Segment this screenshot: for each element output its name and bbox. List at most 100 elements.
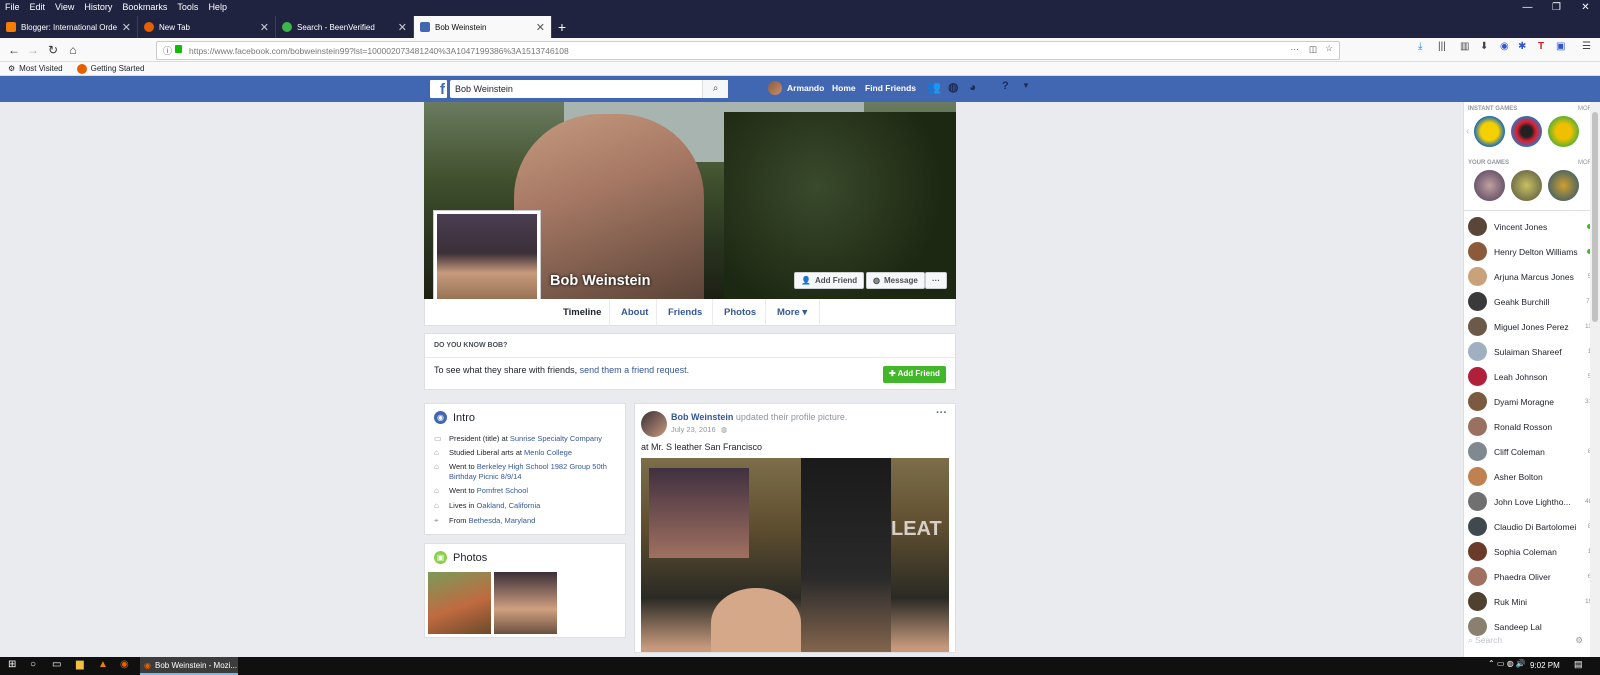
chat-contact[interactable]: Miguel Jones Perez11m (1464, 314, 1600, 339)
close-tab-icon[interactable]: ✕ (536, 21, 545, 34)
intro-link[interactable]: Oakland, California (477, 501, 541, 510)
avatar[interactable] (641, 411, 667, 437)
forward-icon[interactable]: → (25, 42, 41, 58)
photo-thumbnail[interactable] (494, 572, 557, 634)
menu-file[interactable]: File (0, 0, 25, 14)
bookmark-getting-started[interactable]: Getting Started (76, 63, 144, 74)
system-tray-icons[interactable]: ⌃ ▭ ◍ 🔊 (1488, 659, 1526, 668)
file-explorer-icon[interactable]: ▆ (76, 659, 84, 670)
pocket-icon[interactable]: ◫ (1309, 44, 1317, 55)
account-menu-icon[interactable]: ▼ (1022, 81, 1030, 90)
tab-blogger[interactable]: Blogger: International Order Of... ✕ (0, 16, 138, 38)
game-icon[interactable] (1511, 170, 1542, 201)
minimize-icon[interactable]: — (1513, 0, 1542, 13)
download-icon[interactable]: ⤓ (1418, 41, 1422, 52)
new-tab-button[interactable]: + (552, 16, 572, 38)
photo-thumbnail[interactable] (428, 572, 491, 634)
task-view-icon[interactable]: ▭ (52, 659, 61, 670)
tab-more[interactable]: More ▾ (777, 307, 807, 318)
game-icon[interactable] (1548, 116, 1579, 147)
chat-contact[interactable]: Ronald Rosson (1464, 414, 1600, 439)
send-friend-request-link[interactable]: send them a friend request. (580, 365, 690, 375)
url-bar[interactable]: ⓘ https://www.facebook.com/bobweinstein9… (156, 41, 1340, 60)
game-icon[interactable] (1548, 170, 1579, 201)
add-friend-button[interactable]: 👤 Add Friend (794, 272, 865, 289)
tab-friends[interactable]: Friends (668, 307, 702, 318)
chevron-left-icon[interactable]: ‹ (1466, 126, 1469, 137)
nav-home[interactable]: Home (832, 83, 856, 93)
taskbar-firefox-window[interactable]: ◉ Bob Weinstein - Mozi... (140, 657, 238, 675)
sidebar-icon[interactable]: ▥ (1460, 41, 1469, 52)
library-icon[interactable]: ||| (1438, 41, 1446, 52)
chat-contact[interactable]: Cliff Coleman8h (1464, 439, 1600, 464)
menu-tools[interactable]: Tools (172, 0, 203, 14)
close-window-icon[interactable]: ✕ (1571, 0, 1600, 13)
firefox-icon[interactable]: ◉ (120, 659, 129, 670)
close-tab-icon[interactable]: ✕ (260, 21, 269, 34)
home-icon[interactable]: ⌂ (65, 42, 81, 58)
windows-start-icon[interactable]: ⊞ (8, 659, 16, 670)
tab-photos[interactable]: Photos (724, 307, 756, 318)
reload-icon[interactable]: ↻ (45, 42, 61, 58)
info-icon[interactable]: ⓘ (163, 44, 172, 57)
menu-history[interactable]: History (79, 0, 117, 14)
chat-contact[interactable]: Arjuna Marcus Jones5h (1464, 264, 1600, 289)
friend-requests-icon[interactable]: 👥 (926, 80, 941, 94)
intro-link[interactable]: Sunrise Specialty Company (510, 434, 602, 443)
hamburger-menu-icon[interactable]: ☰ (1582, 41, 1591, 52)
maximize-icon[interactable]: ❐ (1542, 0, 1571, 13)
messenger-icon[interactable]: ◍ (948, 80, 958, 94)
chat-contact[interactable]: Phaedra Oliver6h (1464, 564, 1600, 589)
post-date-link[interactable]: July 23, 2016 (671, 425, 716, 434)
vlc-icon[interactable]: ▲ (98, 659, 108, 670)
extension-icon[interactable]: ✱ (1518, 41, 1526, 52)
chat-contact[interactable]: Claudio Di Bartolomei8h (1464, 514, 1600, 539)
chat-contact[interactable]: Henry Delton Williams (1464, 239, 1600, 264)
intro-link[interactable]: Bethesda, Maryland (469, 516, 536, 525)
user-profile-link[interactable]: Armando (768, 81, 824, 95)
chat-contact[interactable]: Dyami Moragne31m (1464, 389, 1600, 414)
nav-find-friends[interactable]: Find Friends (865, 83, 916, 93)
intro-link[interactable]: Menlo College (524, 448, 572, 457)
tab-about[interactable]: About (621, 307, 648, 318)
facebook-logo-icon[interactable]: f (430, 80, 447, 98)
extension-icon[interactable]: ▣ (1556, 41, 1565, 52)
add-friend-button[interactable]: ✚ Add Friend (883, 366, 946, 383)
bookmark-star-icon[interactable]: ☆ (1325, 43, 1333, 54)
page-scrollbar[interactable] (1590, 102, 1600, 657)
chat-contact[interactable]: John Love Lightho...48m (1464, 489, 1600, 514)
back-icon[interactable]: ← (6, 42, 22, 58)
tab-bob-weinstein[interactable]: Bob Weinstein ✕ (414, 16, 552, 38)
tab-new-tab[interactable]: New Tab ✕ (138, 16, 276, 38)
chat-search-input[interactable]: ⌕ Search ⚙ (1468, 635, 1593, 646)
message-button[interactable]: ◍ Message (866, 272, 925, 289)
chat-contact[interactable]: Vincent Jones (1464, 214, 1600, 239)
facebook-search-input[interactable]: Bob Weinstein (450, 80, 728, 98)
close-tab-icon[interactable]: ✕ (398, 21, 407, 34)
post-author-link[interactable]: Bob Weinstein (671, 412, 733, 422)
menu-help[interactable]: Help (203, 0, 232, 14)
scrollbar-thumb[interactable] (1592, 112, 1598, 322)
menu-edit[interactable]: Edit (25, 0, 51, 14)
extension-download-icon[interactable]: ⬇ (1480, 41, 1488, 52)
intro-link[interactable]: Pomfret School (477, 486, 528, 495)
game-icon[interactable] (1474, 170, 1505, 201)
chat-contact[interactable]: Ruk Mini19m (1464, 589, 1600, 614)
profile-name[interactable]: Bob Weinstein (550, 273, 650, 289)
post-menu-icon[interactable]: ··· (936, 407, 947, 419)
chat-contact[interactable]: Sophia Coleman1h (1464, 539, 1600, 564)
search-icon[interactable]: ○ (30, 659, 36, 670)
page-actions-icon[interactable]: ··· (1291, 44, 1300, 54)
pool-game-icon[interactable] (1511, 116, 1542, 147)
action-center-icon[interactable]: ▤ (1574, 659, 1583, 670)
chat-contact[interactable]: Leah Johnson5h (1464, 364, 1600, 389)
chat-contact[interactable]: Sulaiman Shareef1h (1464, 339, 1600, 364)
chat-contact[interactable]: Asher Bolton (1464, 464, 1600, 489)
bookmark-most-visited[interactable]: ⚙ Most Visited (8, 64, 63, 73)
clock[interactable]: 9:02 PM (1530, 661, 1560, 670)
tab-timeline[interactable]: Timeline (563, 307, 601, 318)
extension-t-icon[interactable]: T (1538, 41, 1544, 52)
words-game-icon[interactable] (1474, 116, 1505, 147)
tab-beenverified[interactable]: Search - BeenVerified ✕ (276, 16, 414, 38)
chat-contact[interactable]: Geahk Burchill7m (1464, 289, 1600, 314)
